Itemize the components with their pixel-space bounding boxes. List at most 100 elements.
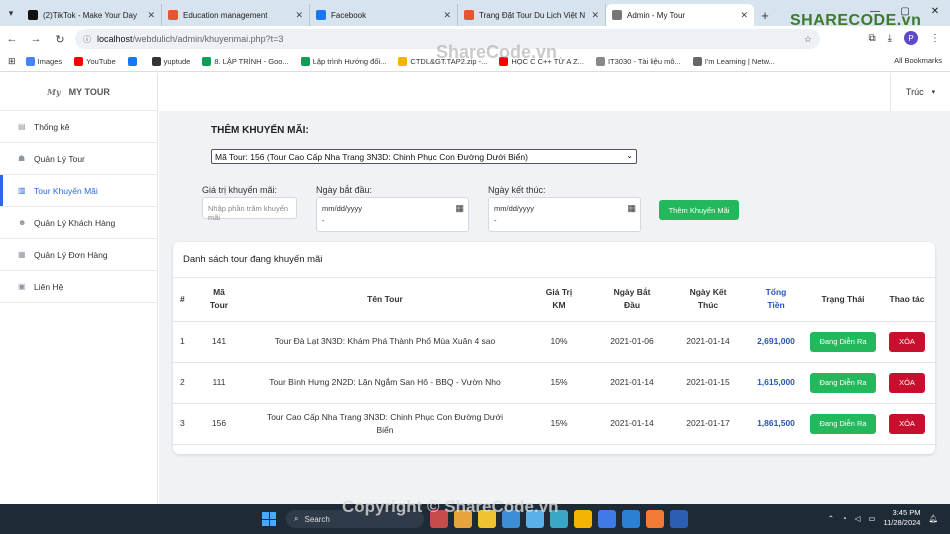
url-host: localhost (97, 34, 133, 44)
calendar-icon[interactable]: ▦ (455, 203, 464, 214)
sidebar-item[interactable]: ▥ Tour Khuyến Mãi (0, 175, 157, 207)
discount-input[interactable]: Nhập phần trăm khuyến mãi (202, 197, 297, 222)
taskbar-app-icon[interactable] (478, 510, 496, 528)
taskbar-app-icon[interactable] (430, 510, 448, 528)
apps-icon[interactable]: ⊞ (8, 56, 16, 67)
delete-button[interactable]: XÓA (889, 413, 925, 434)
cell-action: XÓA (879, 362, 935, 404)
taskbar-app-icon[interactable] (622, 510, 640, 528)
system-tray: ⌃ ◔ ◁ ▭ 3:45 PM 11/28/2024 🔔︎ (828, 508, 938, 528)
end-date-input[interactable]: mm/dd/yyyy - ▦ (488, 197, 641, 232)
tab-search-icon[interactable]: ▾ (0, 0, 22, 26)
bookmark-item[interactable]: yuptude (151, 57, 190, 66)
start-date-input[interactable]: mm/dd/yyyy - ▦ (316, 197, 469, 232)
calendar-icon[interactable]: ▦ (627, 203, 636, 214)
all-bookmarks[interactable]: All Bookmarks (894, 56, 942, 65)
sidebar-item[interactable]: ▣ Liên Hệ (0, 271, 157, 303)
sidebar-item-label: Tour Khuyến Mãi (34, 185, 98, 196)
browser-tab[interactable]: Trang Đặt Tour Du Lịch Việt Nam ✕ (458, 4, 606, 26)
delete-button[interactable]: XÓA (889, 331, 925, 352)
notification-icon[interactable]: 🔔︎ (928, 514, 938, 523)
close-icon[interactable]: ✕ (920, 0, 950, 22)
bookmark-star-icon[interactable]: ☆ (804, 34, 812, 45)
table-row: 2 111 Tour Bình Hưng 2N2D: Lặn Ngắm San … (173, 362, 935, 404)
bookmark-item[interactable]: HỌC C C++ TỪ A Z... (499, 57, 584, 66)
taskbar-app-icon[interactable] (526, 510, 544, 528)
sidebar-item[interactable]: ▦ Quản Lý Đơn Hàng (0, 239, 157, 271)
menu-icon[interactable]: ⋮ (930, 33, 940, 44)
wifi-icon[interactable]: ◔ (842, 514, 847, 523)
sidebar-item-label: Quản Lý Tour (34, 153, 85, 164)
tab-close-icon[interactable]: ✕ (443, 10, 451, 21)
bookmark-item[interactable]: 8. LẬP TRÌNH - Goo... (202, 57, 289, 66)
bookmark-item[interactable]: I'm Learning | Netw... (692, 57, 775, 66)
chevron-up-icon[interactable]: ⌃ (828, 514, 834, 523)
windows-start-icon[interactable] (262, 512, 276, 526)
tab-close-icon[interactable]: ✕ (591, 10, 599, 21)
address-bar[interactable]: ⓘ localhost/webdulich/admin/khuyenmai.ph… (75, 29, 820, 49)
new-tab-button[interactable]: + (754, 4, 776, 26)
bookmark-item[interactable]: YouTube (74, 57, 116, 66)
promotion-list-card: Danh sách tour đang khuyến mãi # Mã Tour… (173, 242, 935, 454)
back-icon[interactable]: ← (0, 33, 24, 45)
bookmark-item[interactable]: CTDL&GT.TAP2.zip -... (398, 57, 487, 66)
bookmark-item[interactable] (127, 57, 140, 66)
browser-tab[interactable]: Facebook ✕ (310, 4, 458, 26)
browser-tab[interactable]: Education management ✕ (162, 4, 310, 26)
taskbar-app-icon[interactable] (646, 510, 664, 528)
status-button[interactable]: Đang Diễn Ra (810, 372, 876, 393)
speaker-icon[interactable]: ◁ (855, 514, 861, 523)
bookmark-favicon-icon (499, 57, 509, 66)
browser-tab[interactable]: Admin - My Tour ✕ (606, 4, 754, 26)
taskbar-app-icon[interactable] (502, 510, 520, 528)
bookmark-favicon-icon (300, 57, 310, 66)
taskbar-app-icon[interactable] (550, 510, 568, 528)
taskbar-app-icon[interactable] (574, 510, 592, 528)
reload-icon[interactable]: ↻ (48, 33, 72, 46)
clock-time: 3:45 PM (892, 508, 921, 517)
status-button[interactable]: Đang Diễn Ra (810, 331, 876, 352)
taskbar-app-icon[interactable] (598, 510, 616, 528)
cell-status: Đang Diễn Ra (807, 321, 879, 363)
col-index: # (173, 278, 193, 322)
minimize-icon[interactable]: — (860, 0, 890, 22)
sidebar-item[interactable]: ☗ Quản Lý Tour (0, 143, 157, 175)
delete-button[interactable]: XÓA (889, 372, 925, 393)
bookmark-item[interactable]: Lập trình Hướng đối... (300, 57, 387, 66)
clock[interactable]: 3:45 PM 11/28/2024 (883, 508, 920, 528)
profile-avatar[interactable]: P (904, 31, 918, 45)
download-icon[interactable]: ⤓ (888, 33, 892, 44)
tab-favicon-icon (316, 10, 326, 20)
maximize-icon[interactable]: ▢ (890, 0, 920, 22)
taskbar-app-icon[interactable] (454, 510, 472, 528)
sidebar-item[interactable]: ☻ Quản Lý Khách Hàng (0, 207, 157, 239)
site-info-icon[interactable]: ⓘ (83, 34, 91, 45)
bookmark-favicon-icon (25, 57, 35, 66)
add-promotion-button[interactable]: Thêm Khuyến Mãi (659, 200, 739, 220)
bookmark-item[interactable]: Images (25, 57, 62, 66)
user-menu[interactable]: Trúc ▾ (890, 73, 950, 111)
battery-icon[interactable]: ▭ (868, 514, 875, 523)
tour-select[interactable]: Mã Tour: 156 (Tour Cao Cấp Nha Trang 3N3… (211, 149, 637, 164)
bookmark-label: Lập trình Hướng đối... (312, 57, 387, 66)
extensions-icon[interactable]: ⧉ (868, 33, 875, 44)
tab-close-icon[interactable]: ✕ (147, 10, 155, 21)
contact-icon: ▣ (18, 282, 26, 291)
cell-total: 2,691,000 (745, 321, 807, 363)
taskbar-search[interactable]: ⌕ Search (286, 510, 424, 528)
forward-icon[interactable]: → (24, 33, 48, 45)
col-action: Thao tác (879, 278, 935, 322)
taskbar-app-icon[interactable] (670, 510, 688, 528)
os-taskbar: ⌕ Search ⌃ ◔ ◁ ▭ 3:45 PM 11/28/2024 🔔︎ (0, 504, 950, 534)
tab-close-icon[interactable]: ✕ (740, 10, 748, 21)
bookmark-label: YouTube (86, 57, 116, 66)
browser-tab-strip: ▾ (2)TikTok - Make Your Day ✕ Education … (0, 0, 950, 26)
browser-tab[interactable]: (2)TikTok - Make Your Day ✕ (22, 4, 162, 26)
status-button[interactable]: Đang Diễn Ra (810, 413, 876, 434)
bookmark-item[interactable]: IT3030 - Tài liệu mô... (595, 57, 681, 66)
sidebar-item[interactable]: ▤ Thống kê (0, 111, 157, 143)
sidebar-item-label: Thống kê (34, 121, 70, 132)
brand[interactable]: My MY TOUR (0, 73, 157, 111)
tab-close-icon[interactable]: ✕ (295, 10, 303, 21)
cell-end: 2021-01-15 (671, 362, 745, 404)
